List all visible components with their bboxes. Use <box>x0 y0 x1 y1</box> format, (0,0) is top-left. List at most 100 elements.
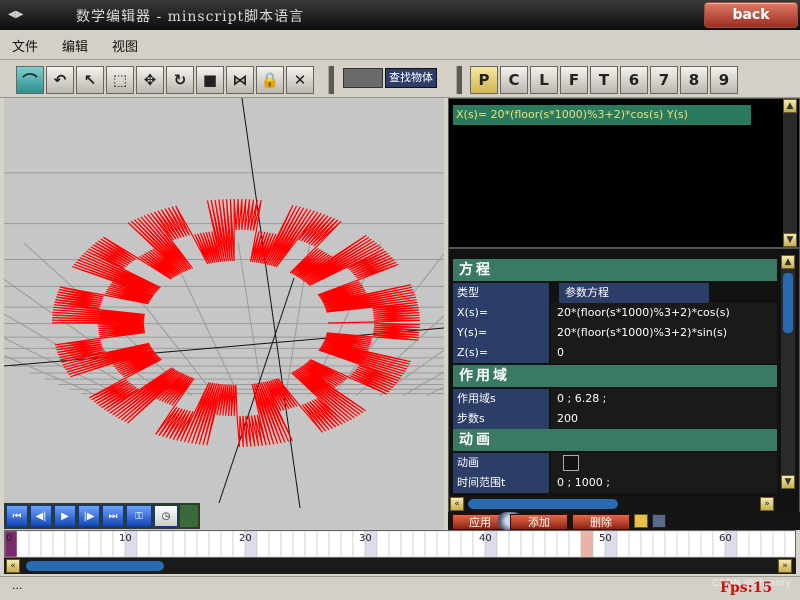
scroll-up-icon[interactable]: ▲ <box>783 99 797 113</box>
timeline-frame[interactable] <box>184 530 198 558</box>
time-range-field[interactable]: 0 ; 1000 ; <box>551 473 777 493</box>
timeline-frame[interactable] <box>16 530 30 558</box>
first-frame-icon[interactable]: ⏮ <box>6 505 28 527</box>
timeline-frame[interactable] <box>520 530 534 558</box>
timeline-frame[interactable] <box>268 530 282 558</box>
timeline-frame[interactable] <box>412 530 426 558</box>
timeline-frame[interactable] <box>304 530 318 558</box>
timeline-frame[interactable] <box>700 530 714 558</box>
properties-scrollbar[interactable]: ▲ ▼ <box>781 255 795 489</box>
rotate-icon[interactable]: ↻ <box>166 66 194 94</box>
scroll-up-icon[interactable]: ▲ <box>781 255 795 269</box>
menu-edit[interactable]: 编辑 <box>62 36 88 55</box>
timeline-frame[interactable] <box>208 530 222 558</box>
mode-button-p[interactable]: P <box>470 66 498 94</box>
timeline-frame[interactable] <box>616 530 630 558</box>
mode-button-f[interactable]: F <box>560 66 588 94</box>
open-folder-icon[interactable] <box>634 514 648 528</box>
animation-checkbox[interactable] <box>563 455 579 471</box>
scroll-left-icon[interactable]: « <box>6 559 20 573</box>
timeline-frame[interactable] <box>340 530 354 558</box>
menu-file[interactable]: 文件 <box>12 36 38 55</box>
select-box-icon[interactable]: ⬚ <box>106 66 134 94</box>
timeline-frame[interactable] <box>376 530 390 558</box>
mode-button-7[interactable]: 7 <box>650 66 678 94</box>
mode-button-6[interactable]: 6 <box>620 66 648 94</box>
type-select[interactable]: 参数方程 <box>559 283 709 303</box>
timeline-frame[interactable] <box>136 530 150 558</box>
timeline-frame[interactable] <box>280 530 294 558</box>
timeline-frame[interactable] <box>448 530 462 558</box>
timeline-frame[interactable] <box>388 530 402 558</box>
timeline-frame[interactable] <box>220 530 234 558</box>
timeline-frame[interactable] <box>28 530 42 558</box>
3d-viewport[interactable]: ⏮ ◀| ▶ |▶ ⏭ ⚿ ◷ <box>4 98 444 530</box>
formula-list-item[interactable]: X(s)= 20*(floor(s*1000)%3+2)*cos(s) Y(s) <box>453 105 751 125</box>
last-frame-icon[interactable]: ⏭ <box>102 505 124 527</box>
pointer-icon[interactable]: ↖ <box>76 66 104 94</box>
timeline-frame[interactable] <box>676 530 690 558</box>
mode-button-8[interactable]: 8 <box>680 66 708 94</box>
timeline-frame[interactable] <box>256 530 270 558</box>
scroll-right-icon[interactable]: » <box>778 559 792 573</box>
formula-scrollbar[interactable]: ▲ ▼ <box>783 99 797 247</box>
steps-s-field[interactable]: 200 <box>551 409 777 429</box>
scroll-left-icon[interactable]: « <box>450 497 464 511</box>
timeline[interactable]: 0 10 20 30 40 50 60 <box>4 530 798 558</box>
timeline-frame[interactable] <box>568 530 582 558</box>
timeline-frame[interactable] <box>664 530 678 558</box>
stop-icon[interactable]: ■ <box>196 66 224 94</box>
properties-h-scrollbar[interactable]: « » <box>450 496 776 512</box>
timeline-frame[interactable] <box>760 530 774 558</box>
timeline-frame[interactable] <box>508 530 522 558</box>
timeline-frame[interactable] <box>736 530 750 558</box>
timeline-frame[interactable] <box>748 530 762 558</box>
y-equation-field[interactable]: 20*(floor(s*1000)%3+2)*sin(s) <box>551 323 777 343</box>
timeline-frame[interactable] <box>652 530 666 558</box>
scroll-thumb[interactable] <box>26 561 164 571</box>
timeline-frame[interactable] <box>148 530 162 558</box>
scroll-thumb[interactable] <box>783 273 793 333</box>
timeline-frame[interactable] <box>424 530 438 558</box>
x-equation-field[interactable]: 20*(floor(s*1000)%3+2)*cos(s) <box>551 303 777 323</box>
rotate-view-icon[interactable]: ↶ <box>46 66 74 94</box>
timeline-frame[interactable] <box>772 530 786 558</box>
color-swatch[interactable] <box>343 68 383 88</box>
menu-view[interactable]: 视图 <box>112 36 138 55</box>
scroll-thumb[interactable] <box>468 499 618 509</box>
timeline-frame[interactable] <box>88 530 102 558</box>
timeline-frame[interactable] <box>100 530 114 558</box>
add-button[interactable]: 添加 <box>510 514 568 530</box>
domain-s-field[interactable]: 0 ; 6.28 ; <box>551 389 777 409</box>
timeline-frame[interactable] <box>628 530 642 558</box>
timeline-frame[interactable] <box>160 530 174 558</box>
timer-icon[interactable]: ◷ <box>154 505 178 527</box>
curve-tool-icon[interactable]: ⌒ <box>16 66 44 94</box>
delete-object-icon[interactable]: ✕ <box>286 66 314 94</box>
timeline-scrollbar[interactable]: « » <box>4 558 796 574</box>
key-icon[interactable]: ⚿ <box>126 505 152 527</box>
timeline-frame[interactable] <box>400 530 414 558</box>
find-object-button[interactable]: 查找物体 <box>385 68 437 88</box>
z-equation-field[interactable]: 0 <box>551 343 777 363</box>
timeline-frame[interactable] <box>316 530 330 558</box>
mirror-icon[interactable]: ⋈ <box>226 66 254 94</box>
delete-button[interactable]: 删除 <box>572 514 630 530</box>
timeline-frame[interactable] <box>436 530 450 558</box>
timeline-frame[interactable] <box>76 530 90 558</box>
mode-button-9[interactable]: 9 <box>710 66 738 94</box>
timeline-frame[interactable] <box>784 530 798 558</box>
timeline-frame[interactable] <box>460 530 474 558</box>
scroll-down-icon[interactable]: ▼ <box>781 475 795 489</box>
mode-button-c[interactable]: C <box>500 66 528 94</box>
timeline-frame[interactable] <box>580 530 594 558</box>
timeline-frame[interactable] <box>640 530 654 558</box>
timeline-frame[interactable] <box>196 530 210 558</box>
timeline-frame[interactable] <box>496 530 510 558</box>
scroll-right-icon[interactable]: » <box>760 497 774 511</box>
play-icon[interactable]: ▶ <box>54 505 76 527</box>
move-icon[interactable]: ✥ <box>136 66 164 94</box>
back-button[interactable]: back <box>704 2 798 28</box>
save-icon[interactable] <box>652 514 666 528</box>
lock-icon[interactable]: 🔒 <box>256 66 284 94</box>
